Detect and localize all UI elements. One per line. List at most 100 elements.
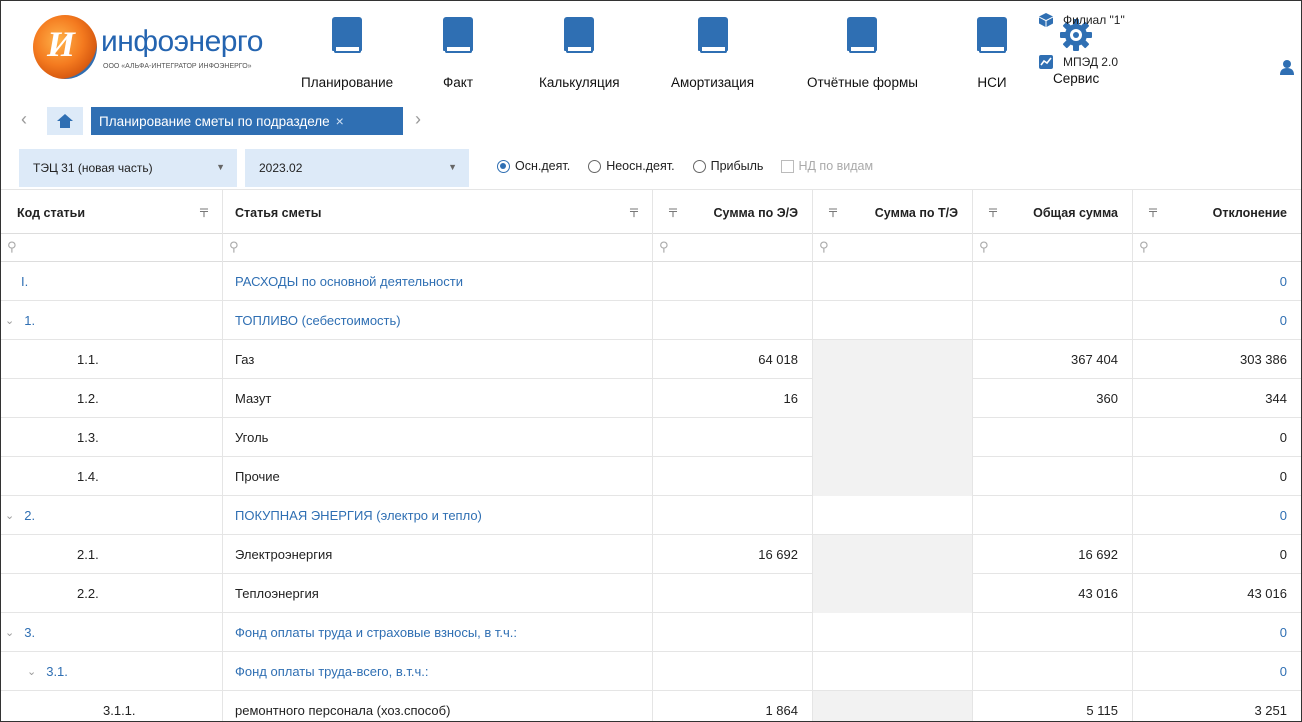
cell-sum-ee: 64 018: [653, 340, 813, 379]
close-icon[interactable]: ×: [336, 113, 344, 129]
cell-deviation: 0: [1279, 469, 1287, 484]
filter-icon: 〒: [987, 206, 1000, 220]
search-icon: ⚲: [819, 239, 829, 254]
checkbox-nd-by-type[interactable]: НД по видам: [781, 159, 873, 173]
cell-code: I.: [1, 262, 223, 301]
search-icon: ⚲: [979, 239, 989, 254]
cell-sum-te: [813, 418, 973, 457]
search-input-total[interactable]: ⚲: [973, 234, 1133, 262]
table-row[interactable]: I. РАСХОДЫ по основной деятельности 0: [1, 262, 1301, 301]
table-row[interactable]: ⌄ 2. ПОКУПНАЯ ЭНЕРГИЯ (электро и тепло) 0: [1, 496, 1301, 535]
cell-total: [973, 652, 1133, 691]
cell-item-name: Электроэнергия: [223, 535, 653, 574]
cell-deviation: 0: [1279, 664, 1287, 679]
cell-code: ⌄ 3.1.: [1, 652, 223, 691]
table-row[interactable]: ⌄ 1. ТОПЛИВО (себестоимость) 0: [1, 301, 1301, 340]
nav-reports[interactable]: Отчётные формы: [807, 11, 918, 93]
table-row[interactable]: 1.1. Газ 64 018 367 404 303 386: [1, 340, 1301, 379]
nav-fact[interactable]: Факт: [443, 11, 473, 93]
search-input-sum-te[interactable]: ⚲: [813, 234, 973, 262]
cell-sum-te: [813, 574, 973, 613]
column-header-code[interactable]: Код статьи 〒: [1, 190, 223, 235]
table-row[interactable]: 2.2. Теплоэнергия 43 016 43 016: [1, 574, 1301, 613]
radio-profit[interactable]: Прибыль: [692, 159, 763, 173]
table-row[interactable]: 1.2. Мазут 16 360 344: [1, 379, 1301, 418]
search-input-item[interactable]: ⚲: [223, 234, 653, 262]
search-icon: ⚲: [1139, 239, 1149, 254]
search-input-sum-ee[interactable]: ⚲: [653, 234, 813, 262]
cell-total: [973, 262, 1133, 301]
nav-nsi[interactable]: НСИ: [977, 11, 1007, 93]
cell-sum-te: [813, 379, 973, 418]
chart-icon: [1039, 55, 1053, 69]
cell-sum-te: [813, 535, 973, 574]
tabs-next-arrow-icon[interactable]: ›: [415, 109, 427, 129]
app-label: МПЭД 2.0: [1063, 55, 1118, 69]
chevron-down-icon[interactable]: ⌄: [5, 626, 14, 639]
cell-total: [973, 301, 1133, 340]
table-row[interactable]: 3.1.1. ремонтного персонала (хоз.способ) 1…: [1, 691, 1301, 721]
chevron-down-icon[interactable]: ⌄: [5, 509, 14, 522]
chevron-down-icon[interactable]: ⌄: [27, 665, 36, 678]
company-logo[interactable]: И инфоэнерго ООО «АЛЬФА-ИНТЕГРАТОР ИНФОЭ…: [33, 11, 263, 91]
cell-sum-te: [813, 340, 973, 379]
chevron-down-icon[interactable]: ⌄: [5, 314, 14, 327]
nav-amortization[interactable]: Амортизация: [671, 11, 754, 93]
cell-deviation: 303 386: [1240, 352, 1287, 367]
tab-budget-planning[interactable]: Планирование сметы по подразделе ×: [91, 107, 403, 135]
table-header: Код статьи 〒 Статья сметы 〒 〒 Сумма по Э…: [1, 189, 1301, 235]
cell-item-name: Фонд оплаты труда и страховые взносы, в …: [223, 613, 653, 652]
cell-deviation: 0: [1279, 313, 1287, 328]
radio-main-activity[interactable]: Осн.деят.: [497, 159, 570, 173]
cell-sum-ee: [653, 418, 813, 457]
tabs-bar: ‹ Планирование сметы по подразделе × ›: [1, 101, 1301, 141]
search-input-code[interactable]: ⚲: [1, 234, 223, 262]
home-tab[interactable]: [47, 107, 83, 135]
branch-selector[interactable]: Филиал "1": [1039, 13, 1125, 27]
cell-total: 367 404: [973, 340, 1133, 379]
column-header-sum-ee[interactable]: 〒 Сумма по Э/Э: [653, 190, 813, 235]
cell-item-name: Уголь: [223, 418, 653, 457]
cell-sum-te: [813, 613, 973, 652]
nav-planning[interactable]: Планирование: [301, 11, 393, 93]
user-icon[interactable]: [1279, 59, 1295, 75]
table-row[interactable]: ⌄ 3.1. Фонд оплаты труда-всего, в.т.ч.: 0: [1, 652, 1301, 691]
cell-code: 3.1.1.: [1, 691, 223, 721]
search-icon: ⚲: [7, 239, 17, 254]
cell-code: 1.1.: [1, 340, 223, 379]
table-row[interactable]: ⌄ 3. Фонд оплаты труда и страховые взносы,…: [1, 613, 1301, 652]
cell-item-name: Теплоэнергия: [223, 574, 653, 613]
cell-deviation: 344: [1265, 391, 1287, 406]
column-header-sum-te[interactable]: 〒 Сумма по Т/Э: [813, 190, 973, 235]
table-row[interactable]: 1.4. Прочие 0: [1, 457, 1301, 496]
app-version-selector[interactable]: МПЭД 2.0: [1039, 55, 1118, 69]
radio-non-main-activity[interactable]: Неосн.деят.: [588, 159, 675, 173]
department-select[interactable]: ТЭЦ 31 (новая часть) ▼: [19, 149, 237, 187]
cell-code: ⌄ 2.: [1, 496, 223, 535]
search-input-deviation[interactable]: ⚲: [1133, 234, 1301, 262]
book-icon: [697, 17, 728, 57]
cell-sum-ee: 1 864: [653, 691, 813, 721]
column-header-total[interactable]: 〒 Общая сумма: [973, 190, 1133, 235]
cell-total: [973, 418, 1133, 457]
cell-code: ⌄ 1.: [1, 301, 223, 340]
column-header-deviation[interactable]: 〒 Отклонение: [1133, 190, 1301, 235]
filter-icon: 〒: [667, 206, 680, 220]
cell-item-name: ТОПЛИВО (себестоимость): [223, 301, 653, 340]
cell-sum-ee: [653, 262, 813, 301]
column-header-item[interactable]: Статья сметы 〒: [223, 190, 653, 235]
cell-total: [973, 457, 1133, 496]
tabs-prev-arrow-icon[interactable]: ‹: [21, 109, 33, 129]
cell-code: 1.2.: [1, 379, 223, 418]
table-row[interactable]: 2.1. Электроэнергия 16 692 16 692 0: [1, 535, 1301, 574]
nav-calculation[interactable]: Калькуляция: [539, 11, 620, 93]
period-select[interactable]: 2023.02 ▼: [245, 149, 469, 187]
cell-sum-ee: 16: [653, 379, 813, 418]
cell-item-name: ремонтного персонала (хоз.способ): [223, 691, 653, 721]
cell-code: 1.3.: [1, 418, 223, 457]
filter-icon: 〒: [1147, 206, 1160, 220]
cell-item-name: Фонд оплаты труда-всего, в.т.ч.:: [223, 652, 653, 691]
table-row[interactable]: 1.3. Уголь 0: [1, 418, 1301, 457]
cell-total: 43 016: [973, 574, 1133, 613]
cell-total: [973, 496, 1133, 535]
